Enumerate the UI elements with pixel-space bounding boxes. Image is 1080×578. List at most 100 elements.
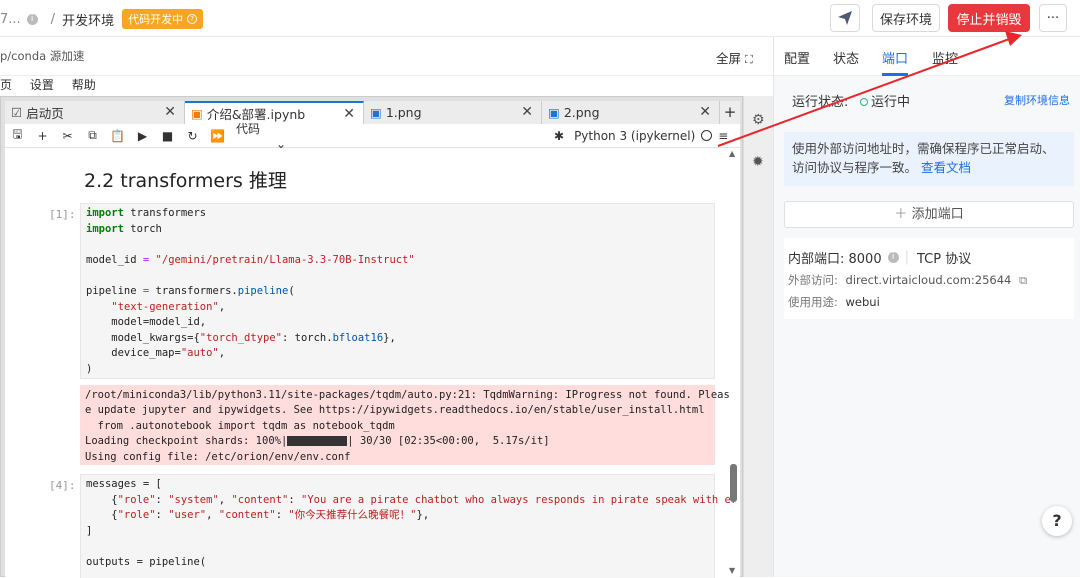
code-token: "role" [117,493,156,506]
menu-item-page[interactable]: 页 [0,76,12,93]
inner-port: 内部端口: 8000 [788,252,882,267]
add-port-label: 添加端口 [911,207,964,222]
code-token: model_id [86,253,143,266]
port-header: 内部端口: 8000 i | TCP 协议 [788,248,971,267]
conda-source-label[interactable]: p/conda 源加速 [0,48,84,64]
paste-icon[interactable]: 📋 [105,129,130,143]
bug-icon[interactable]: ✹ [752,154,764,170]
code-token: : [275,509,289,522]
code-token: transformers. [149,284,238,297]
menu-item-settings[interactable]: 设置 [30,76,54,93]
breadcrumb: 7... i / 开发环境 代码开发中? [0,9,204,29]
code-token: "content" [231,493,289,506]
scrollbar-thumb[interactable] [730,464,737,502]
stderr-output: /root/miniconda3/lib/python3.11/site-pac… [80,385,730,465]
help-circle-icon: ? [187,14,198,24]
code-token: import [86,207,124,219]
tab-status[interactable]: 状态 [833,48,859,67]
send-button[interactable] [830,4,860,32]
send-icon [838,11,852,25]
status-badge-label: 代码开发中 [128,13,184,26]
scroll-up-icon[interactable]: ▲ [729,149,735,158]
add-cell-icon[interactable]: + [30,129,55,143]
close-icon[interactable]: ✕ [521,104,533,120]
fullscreen-label: 全屏 [716,51,742,66]
external-access-row: 外部访问: direct.virtaicloud.com:25644 ⧉ [788,272,1027,288]
code-token: "You are a pirate chatbot who always res… [301,493,738,506]
cell-type-select[interactable]: 代码⌄ [236,120,306,151]
save-icon[interactable]: 🖫 [5,125,30,146]
tab-ports[interactable]: 端口 [882,48,908,67]
tab-monitor[interactable]: 监控 [932,48,958,67]
info-icon: i [26,13,38,25]
code-token: : torch. [281,331,333,344]
progress-bar [287,436,348,447]
protocol-label: TCP 协议 [917,252,972,267]
code-token: device_map= [86,347,181,360]
code-token: "role" [117,509,156,522]
tab-image-2[interactable]: ▣ 2.png ✕ [542,101,720,124]
menu-item-help[interactable]: 帮助 [72,76,96,93]
view-docs-link[interactable]: 查看文档 [921,160,971,175]
code-cell-1[interactable]: import transformers import torch model_i… [80,203,715,379]
code-token: }, [416,509,430,522]
help-button[interactable]: ? [1042,506,1072,536]
code-cell-4[interactable]: messages = [ {"role": "system", "content… [80,474,737,578]
notebook-scrollbar[interactable]: ▲ ▼ [728,148,738,578]
menu-icon[interactable]: ≡ [718,129,728,143]
code-token: , [218,347,226,360]
stop-icon[interactable]: ■ [155,129,180,143]
code-token: "你今天推荐什么晚餐呢！" [288,509,417,522]
code-token: outputs = pipeline( [86,555,207,568]
copy-icon[interactable]: ⧉ [1019,273,1027,287]
code-token: ( [288,284,295,297]
cut-icon[interactable]: ✂ [55,129,80,143]
code-token: { [86,509,118,522]
external-access-url[interactable]: direct.virtaicloud.com:25644 [846,273,1012,287]
image-icon: ▣ [548,105,560,120]
cell-prompt: [1]: [49,208,76,221]
code-token: { [86,493,118,506]
plus-icon: ＋ [894,207,908,222]
scroll-down-icon[interactable]: ▼ [729,566,735,575]
fast-forward-icon[interactable]: ⏩ [205,129,230,143]
code-token: messages = [ [86,478,162,490]
gear-icon[interactable]: ⚙ [752,112,765,128]
breadcrumb-prefix[interactable]: 7... [0,12,21,27]
close-icon[interactable]: ✕ [164,104,176,120]
jupyter-menu: 页 设置 帮助 [0,76,773,96]
external-access-label: 外部访问: [788,273,838,287]
debug-icon[interactable]: ✱ [554,129,564,143]
run-status-value-wrap: 运行中 [860,91,910,110]
stop-destroy-button[interactable]: 停止并销毁 [948,4,1030,32]
run-icon[interactable]: ▶ [130,129,155,143]
breadcrumb-title: 开发环境 [62,13,115,29]
status-badge: 代码开发中? [122,9,204,29]
image-icon: ▣ [370,105,382,120]
code-token: , [218,493,232,506]
output-line: e update jupyter and ipywidgets. See htt… [85,404,705,417]
copy-env-info-link[interactable]: 复制环境信息 [1004,92,1070,108]
run-status-row: 运行状态: 运行中 复制环境信息 [784,82,1074,118]
more-button[interactable]: ··· [1039,4,1067,32]
port-card: 内部端口: 8000 i | TCP 协议 外部访问: direct.virta… [784,238,1074,319]
tab-config[interactable]: 配置 [784,48,810,67]
code-token: import [86,222,124,235]
notebook-icon: ▣ [191,106,203,121]
copy-icon[interactable]: ⧉ [80,128,105,143]
add-port-button[interactable]: ＋ 添加端口 [784,201,1074,228]
code-token: torch [123,222,162,235]
close-icon[interactable]: ✕ [699,104,711,120]
code-token: pipeline [237,284,289,297]
save-env-button[interactable]: 保存环境 [872,4,940,32]
tab-launcher[interactable]: ☑ 启动页 ✕ [5,101,185,124]
cell-prompt: [4]: [49,479,76,492]
divider: | [904,250,909,265]
add-tab-button[interactable]: + [720,101,740,124]
restart-icon[interactable]: ↻ [180,129,205,143]
tab-image-1[interactable]: ▣ 1.png ✕ [364,101,542,124]
close-icon[interactable]: ✕ [343,106,355,122]
fullscreen-button[interactable]: 全屏 ⛶ [716,48,753,67]
kernel-name[interactable]: Python 3 (ipykernel) [574,129,695,143]
code-token: "system" [168,493,219,506]
